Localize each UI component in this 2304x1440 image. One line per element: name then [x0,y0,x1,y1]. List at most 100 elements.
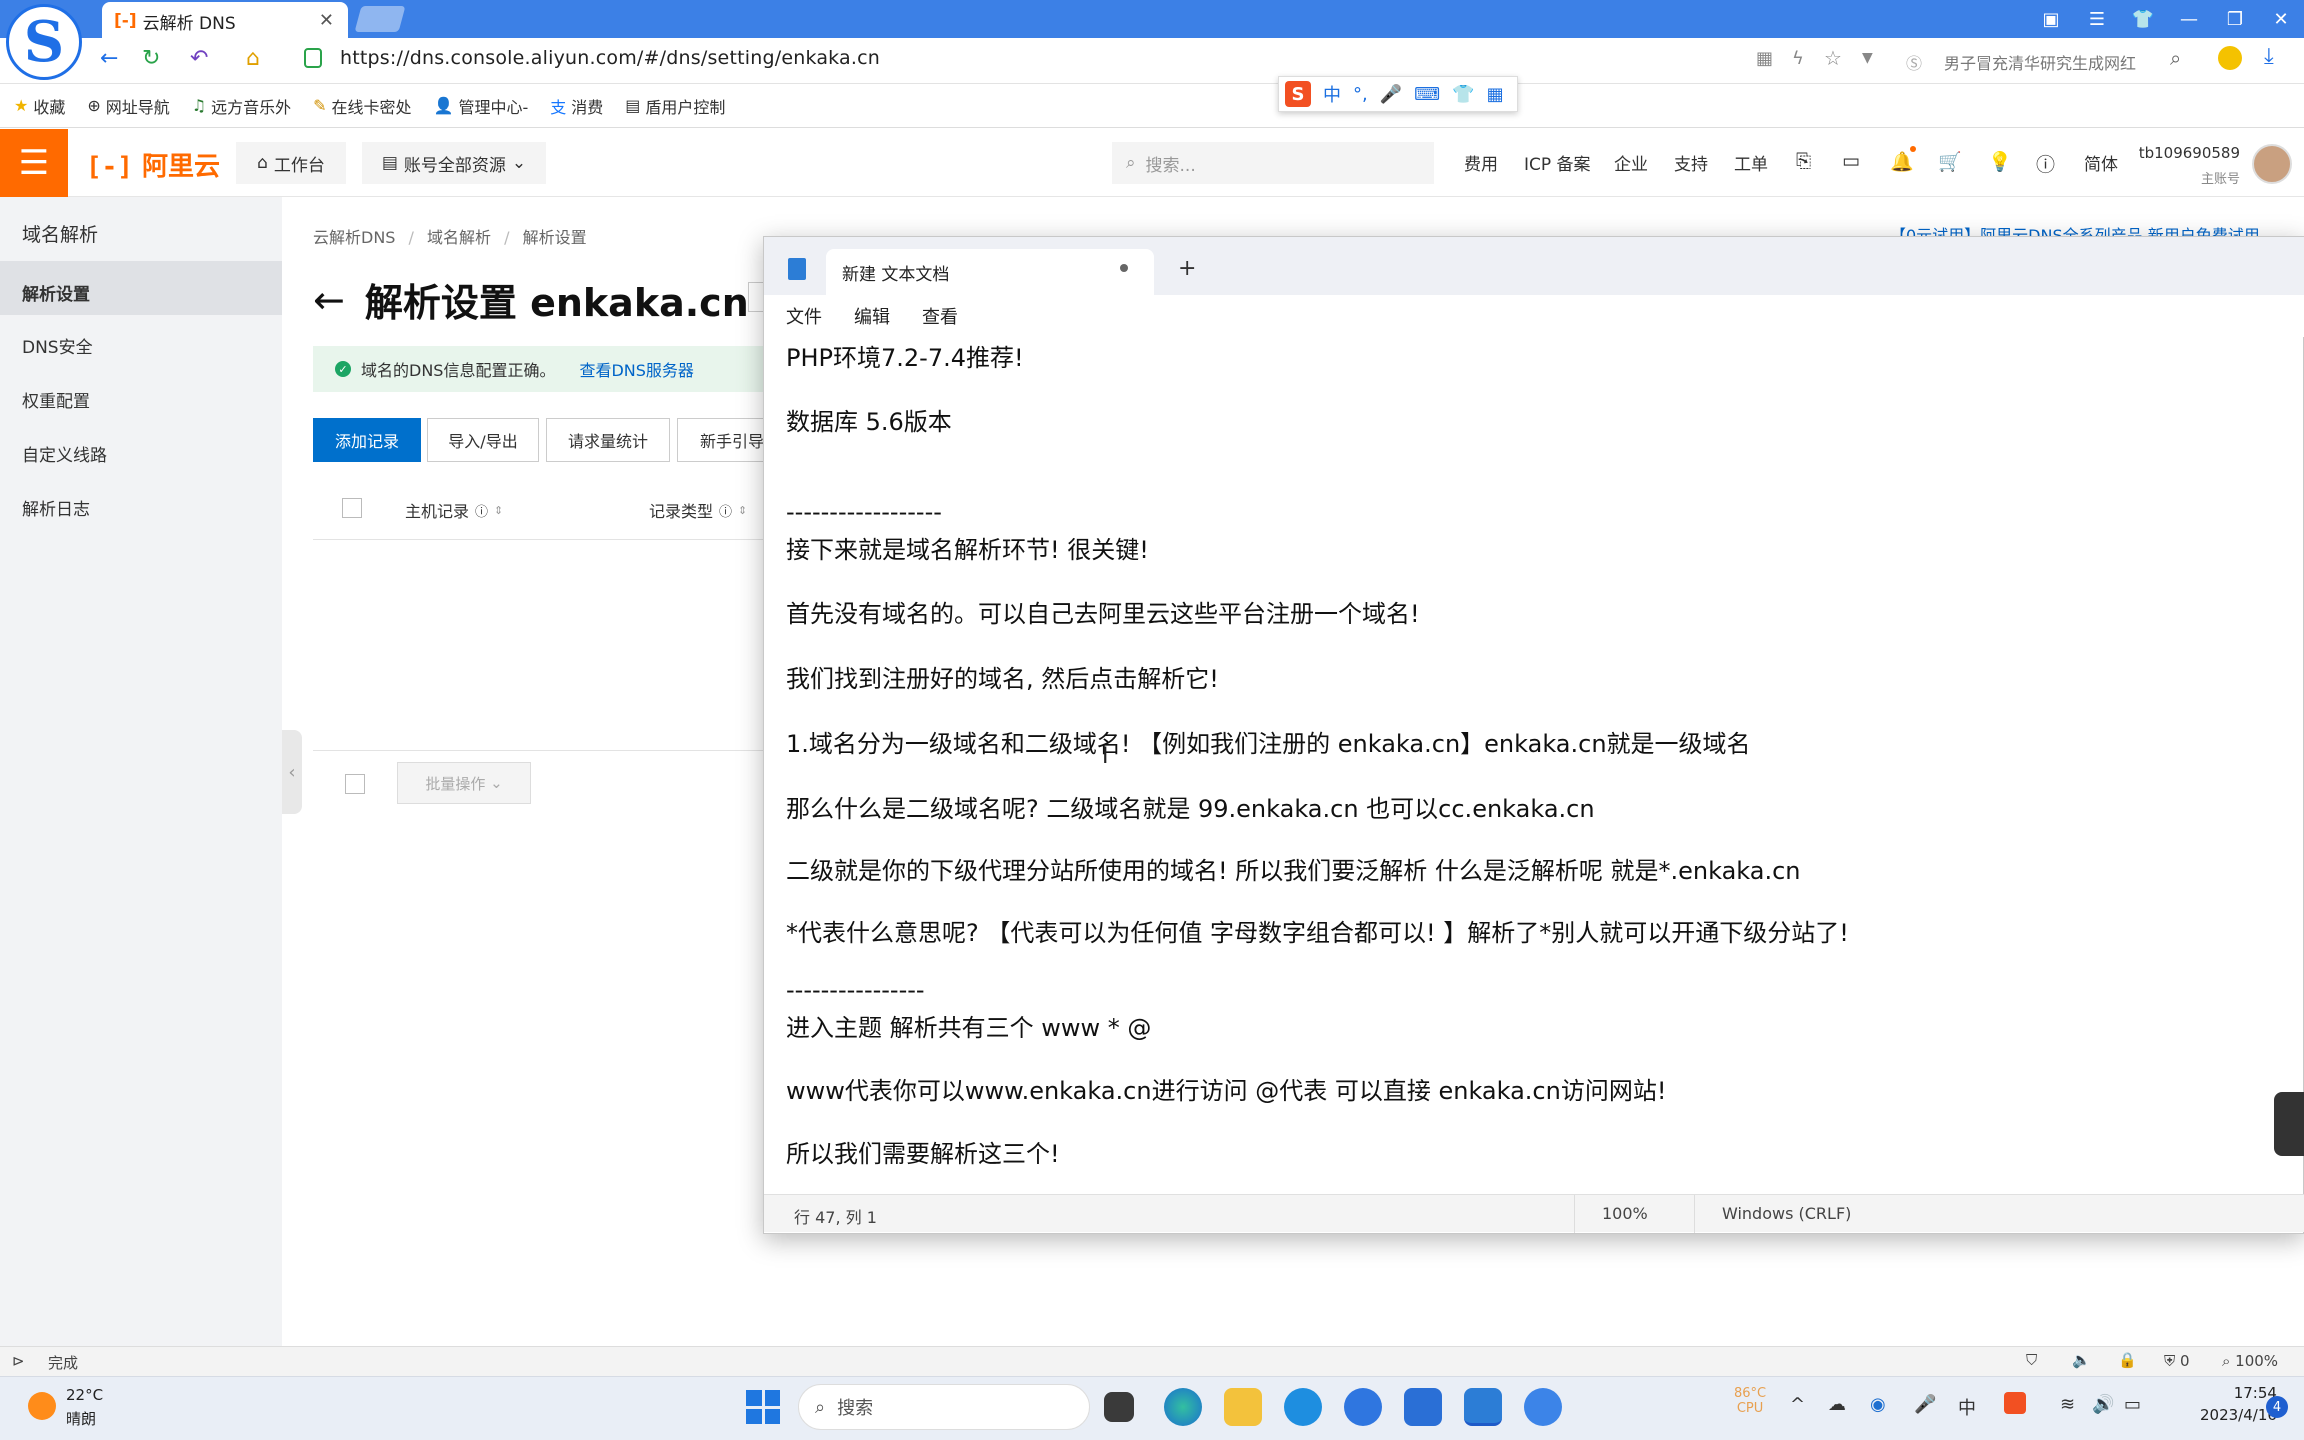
bookmark-dun[interactable]: ▤ 盾用户控制 [625,94,725,118]
shield-check-icon[interactable]: ⛉ [2026,1351,2037,1369]
col-host[interactable]: 主机记录 ⓘ ⇕ [405,498,503,522]
breadcrumb-domain[interactable]: 域名解析 [427,228,491,247]
view-dns-servers-link[interactable]: 查看DNS服务器 [579,357,693,381]
sogou-browser-logo[interactable]: S [6,4,82,80]
keyboard-icon[interactable]: ⌨ [1414,84,1440,105]
restore-icon[interactable]: ❐ [2212,0,2258,38]
sidebar-item-dns-security[interactable]: DNS安全 [22,333,93,358]
close-window-icon[interactable]: ✕ [2258,0,2304,38]
sidebar-toggle-icon[interactable]: ▣ [2028,0,2074,38]
hamburger-menu-icon[interactable]: ☰ [0,129,68,197]
speaker-icon[interactable]: 🔈 [2072,1351,2091,1369]
back-icon[interactable]: ← [100,46,118,71]
sidebar-item-log[interactable]: 解析日志 [22,495,90,520]
task-view-icon[interactable] [1104,1392,1134,1422]
sun-icon[interactable] [28,1392,56,1420]
bulb-icon[interactable]: 💡 [1988,150,2012,173]
avatar[interactable] [2252,144,2292,184]
menu-file[interactable]: 文件 [786,303,822,329]
mic-icon[interactable]: 🎤 [1380,84,1402,105]
menu-view[interactable]: 查看 [922,303,958,329]
nav-fee[interactable]: 费用 [1464,150,1498,175]
batch-operation-button[interactable]: 批量操作 ⌄ [397,762,531,804]
qrcode-icon[interactable]: ▦ [1756,48,1773,69]
nav-enterprise[interactable]: 企业 [1614,150,1648,175]
select-all-checkbox[interactable] [342,498,362,518]
search-hint[interactable]: 男子冒充清华研究生成网红 [1944,50,2136,74]
camera-app-icon[interactable] [1404,1388,1442,1426]
resources-dropdown[interactable]: ▤ 账号全部资源 ⌄ [362,142,546,184]
app-icon[interactable]: ⎘ [1796,150,1811,172]
nav-support[interactable]: 支持 [1674,150,1708,175]
col-type[interactable]: 记录类型 ⓘ ⇕ [649,498,747,522]
workbench-button[interactable]: ⌂ 工作台 [236,142,346,184]
language-switch[interactable]: 简体 [2084,150,2118,175]
unsaved-dot-icon[interactable] [1120,264,1128,272]
aliyun-logo[interactable]: [-] 阿里云 [86,146,220,183]
new-tab-button[interactable] [354,6,406,32]
new-tab-plus-icon[interactable]: + [1178,256,1196,281]
cart-icon[interactable]: 🛒 [1938,150,1962,173]
notepad-tab[interactable]: 新建 文本文档 [826,249,1154,295]
notepad-taskbar-icon[interactable] [1464,1388,1502,1426]
undo-icon[interactable]: ↶ [190,46,208,71]
page-zoom[interactable]: ⌕ 100% [2222,1352,2278,1370]
ime-lang[interactable]: 中 [1323,81,1341,107]
lock-icon[interactable]: 🔒 [2118,1351,2137,1369]
sidebar-item-weight[interactable]: 权重配置 [22,387,90,412]
sidebar-item-parse-settings[interactable]: 解析设置 [22,280,90,305]
back-arrow-icon[interactable]: ← [313,278,345,322]
taskbar-search[interactable]: ⌕ 搜索 [798,1384,1090,1430]
star-icon[interactable]: ☆ [1824,46,1842,70]
download-icon[interactable]: ⤓ [2264,44,2274,69]
sidebar-collapse-handle[interactable]: ‹ [282,730,302,814]
battery-icon[interactable]: ▭ [2124,1394,2141,1415]
sogou-browser-2-icon[interactable] [1524,1388,1562,1426]
menu-edit[interactable]: 编辑 [854,303,890,329]
footer-select-checkbox[interactable] [345,774,365,794]
minimize-icon[interactable]: — [2166,0,2212,38]
import-export-button[interactable]: 导入/导出 [427,418,539,462]
sidebar-item-custom-line[interactable]: 自定义线路 [22,441,107,466]
reload-icon[interactable]: ↻ [142,46,160,71]
bookmark-music[interactable]: ♫ 远方音乐外 [192,94,291,118]
chevron-down-icon[interactable]: ▼ [1862,50,1873,66]
sidebar-toggle-icon[interactable]: ⊳ [12,1352,25,1370]
nav-icp[interactable]: ICP 备案 [1524,150,1591,175]
lightning-icon[interactable]: ϟ [1792,48,1804,69]
floating-side-handle[interactable] [2274,1092,2304,1156]
browser-tab[interactable]: [-] 云解析 DNS ✕ [102,2,348,40]
adblock-count[interactable]: ⛨ 0 [2164,1352,2190,1370]
weather-widget[interactable]: 22°C 晴朗 [66,1386,103,1429]
console-search-input[interactable]: ⌕ 搜索... [1112,142,1434,184]
sogou-ime-tray-icon[interactable] [2004,1392,2026,1414]
windows-start-icon[interactable] [746,1390,780,1424]
request-stats-button[interactable]: 请求量统计 [546,418,670,462]
notepad-text-area[interactable]: PHP环境7.2-7.4推荐! 数据库 5.6版本 --------------… [786,338,2296,1188]
add-record-button[interactable]: 添加记录 [313,418,421,462]
ime-indicator[interactable]: 中 [1958,1394,1976,1420]
shirt-icon[interactable]: 👕 [1452,84,1474,105]
nav-ticket[interactable]: 工单 [1734,150,1768,175]
volume-icon[interactable]: 🔊 [2092,1394,2114,1415]
chevron-up-icon[interactable]: ^ [1790,1394,1805,1415]
edge-icon[interactable] [1164,1388,1202,1426]
ime-toolbar[interactable]: S 中 °, 🎤 ⌨ 👕 ▦ [1278,76,1518,112]
bookmark-admin[interactable]: 👤 管理中心- [434,94,529,118]
ie-icon[interactable] [1284,1388,1322,1426]
bookmark-nav[interactable]: ⊕ 网址导航 [87,94,169,118]
punct-icon[interactable]: °, [1353,84,1368,105]
grid-icon[interactable]: ▦ [1487,84,1504,105]
file-explorer-icon[interactable] [1224,1388,1262,1426]
bookmark-consume[interactable]: 支消费 [550,94,603,118]
help-icon[interactable]: ⓘ [2036,150,2055,177]
cpu-temp[interactable]: 86°C CPU [1734,1386,1766,1416]
url-field[interactable]: https://dns.console.aliyun.com/#/dns/set… [340,47,880,69]
cloud-icon[interactable]: ☁ [1828,1394,1846,1415]
emoji-icon[interactable] [2218,46,2242,70]
bookmark-card[interactable]: ✎ 在线卡密处 [313,94,411,118]
wifi-icon[interactable]: ≋ [2060,1394,2075,1415]
close-tab-icon[interactable]: ✕ [319,10,334,31]
search-icon[interactable]: ⌕ [2170,46,2181,70]
notification-badge[interactable]: 4 [2266,1396,2288,1418]
